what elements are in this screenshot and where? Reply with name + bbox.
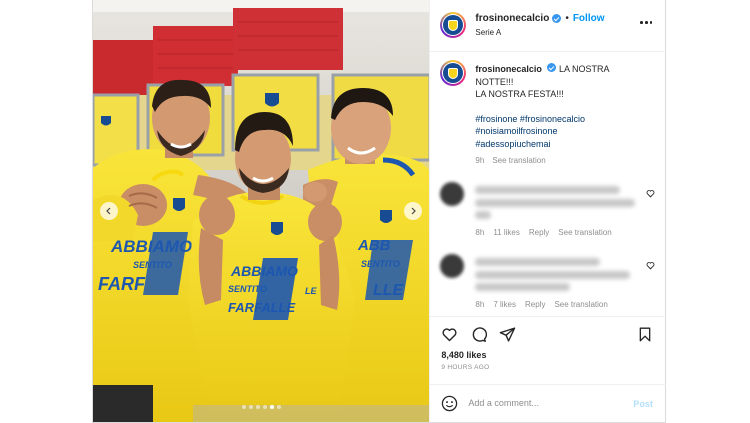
carousel-next-button[interactable] (404, 202, 422, 220)
club-crest-icon (448, 19, 459, 31)
comment-item: 8h 11 likes Reply See translation (430, 172, 666, 242)
carousel-indicator (93, 405, 429, 409)
comment-input[interactable] (468, 394, 619, 412)
caption-text: frosinonecalcio LA NOSTRA NOTTE!!! LA NO… (475, 63, 645, 151)
comment-meta: 8h 11 likes Reply See translation (475, 228, 611, 237)
comment-likes[interactable]: 7 likes (493, 300, 516, 309)
likes-count[interactable]: 8,480 likes (441, 350, 486, 360)
chevron-right-icon (411, 207, 416, 215)
share-icon[interactable] (499, 326, 516, 343)
header-separator: • (565, 13, 569, 24)
comment-avatar[interactable] (440, 254, 465, 278)
blurred-comment-text (475, 199, 636, 207)
blurred-comment-text (475, 186, 621, 194)
comment-time[interactable]: 8h (475, 300, 484, 309)
red-crate (153, 26, 238, 86)
emoji-icon[interactable] (441, 395, 458, 412)
blurred-comment-text (475, 258, 601, 266)
more-horizontal-icon[interactable] (640, 21, 653, 24)
like-comment-heart-icon[interactable] (646, 189, 655, 198)
comment-likes[interactable]: 11 likes (493, 228, 520, 237)
verified-badge-icon (547, 63, 557, 72)
caption-hashtags-3[interactable]: #adessopiuchemai (475, 138, 645, 151)
header-user-row: frosinonecalcio • Follow (475, 13, 604, 24)
post-media[interactable]: ABBIAMO SENTITO FARF ABB SENTITO LLE (93, 0, 430, 422)
club-crest-icon (448, 67, 459, 79)
comment-reply-button[interactable]: Reply (529, 228, 549, 237)
blurred-comment-text (475, 271, 631, 279)
comment-reply-button[interactable]: Reply (525, 300, 545, 309)
caption-hashtags-1[interactable]: #frosinone #frosinonecalcio (475, 113, 645, 126)
post-comment-button[interactable]: Post (633, 399, 653, 409)
verified-badge-icon (552, 14, 562, 23)
blurred-comment-text (475, 211, 492, 219)
heart-icon[interactable] (441, 326, 458, 343)
comment-see-translation[interactable]: See translation (554, 300, 607, 309)
avatar[interactable] (440, 12, 467, 38)
like-comment-heart-icon[interactable] (646, 261, 655, 270)
caption-meta: 9h See translation (475, 156, 545, 165)
red-crate (93, 40, 153, 95)
post-header: frosinonecalcio • Follow Serie A (430, 0, 667, 52)
caption-username[interactable]: frosinonecalcio (475, 64, 542, 74)
comment-see-translation[interactable]: See translation (558, 228, 611, 237)
comment-meta: 8h 7 likes Reply See translation (475, 300, 607, 309)
shirt-text-le: LE (305, 286, 317, 296)
carousel-dot (241, 405, 246, 409)
comment-item: 8h 7 likes Reply See translation (430, 244, 666, 314)
celebration-photo: ABBIAMO SENTITO FARF ABB SENTITO LLE (93, 0, 430, 422)
post-timestamp[interactable]: 9 HOURS AGO (441, 364, 489, 371)
add-comment-bar: Post (430, 384, 667, 422)
carousel-dot (269, 405, 274, 409)
chevron-left-icon (106, 207, 111, 215)
blurred-comment-text (475, 283, 571, 291)
comment-avatar[interactable] (440, 182, 465, 206)
header-username[interactable]: frosinonecalcio (475, 13, 549, 24)
svg-text:FARF: FARF (98, 274, 146, 294)
follow-button[interactable]: Follow (573, 13, 605, 24)
carousel-dot (262, 405, 267, 409)
caption-time[interactable]: 9h (475, 156, 484, 165)
instagram-post: ABBIAMO SENTITO FARF ABB SENTITO LLE (92, 0, 667, 423)
comment-time[interactable]: 8h (475, 228, 484, 237)
comment-icon[interactable] (470, 326, 488, 343)
carousel-prev-button[interactable] (100, 202, 118, 220)
caption-see-translation[interactable]: See translation (492, 156, 545, 165)
caption-avatar[interactable] (440, 60, 467, 86)
post-actions: 8,480 likes 9 HOURS AGO (430, 316, 667, 384)
carousel-dot (276, 405, 281, 409)
post-side-panel: frosinonecalcio • Follow Serie A frosino… (429, 0, 667, 422)
header-location[interactable]: Serie A (475, 28, 501, 37)
caption-hashtags-2[interactable]: #noisiamoilfrosinone (475, 125, 645, 138)
bookmark-icon[interactable] (637, 326, 653, 343)
carousel-dot (255, 405, 260, 409)
red-crate (233, 8, 343, 70)
carousel-dot (248, 405, 253, 409)
